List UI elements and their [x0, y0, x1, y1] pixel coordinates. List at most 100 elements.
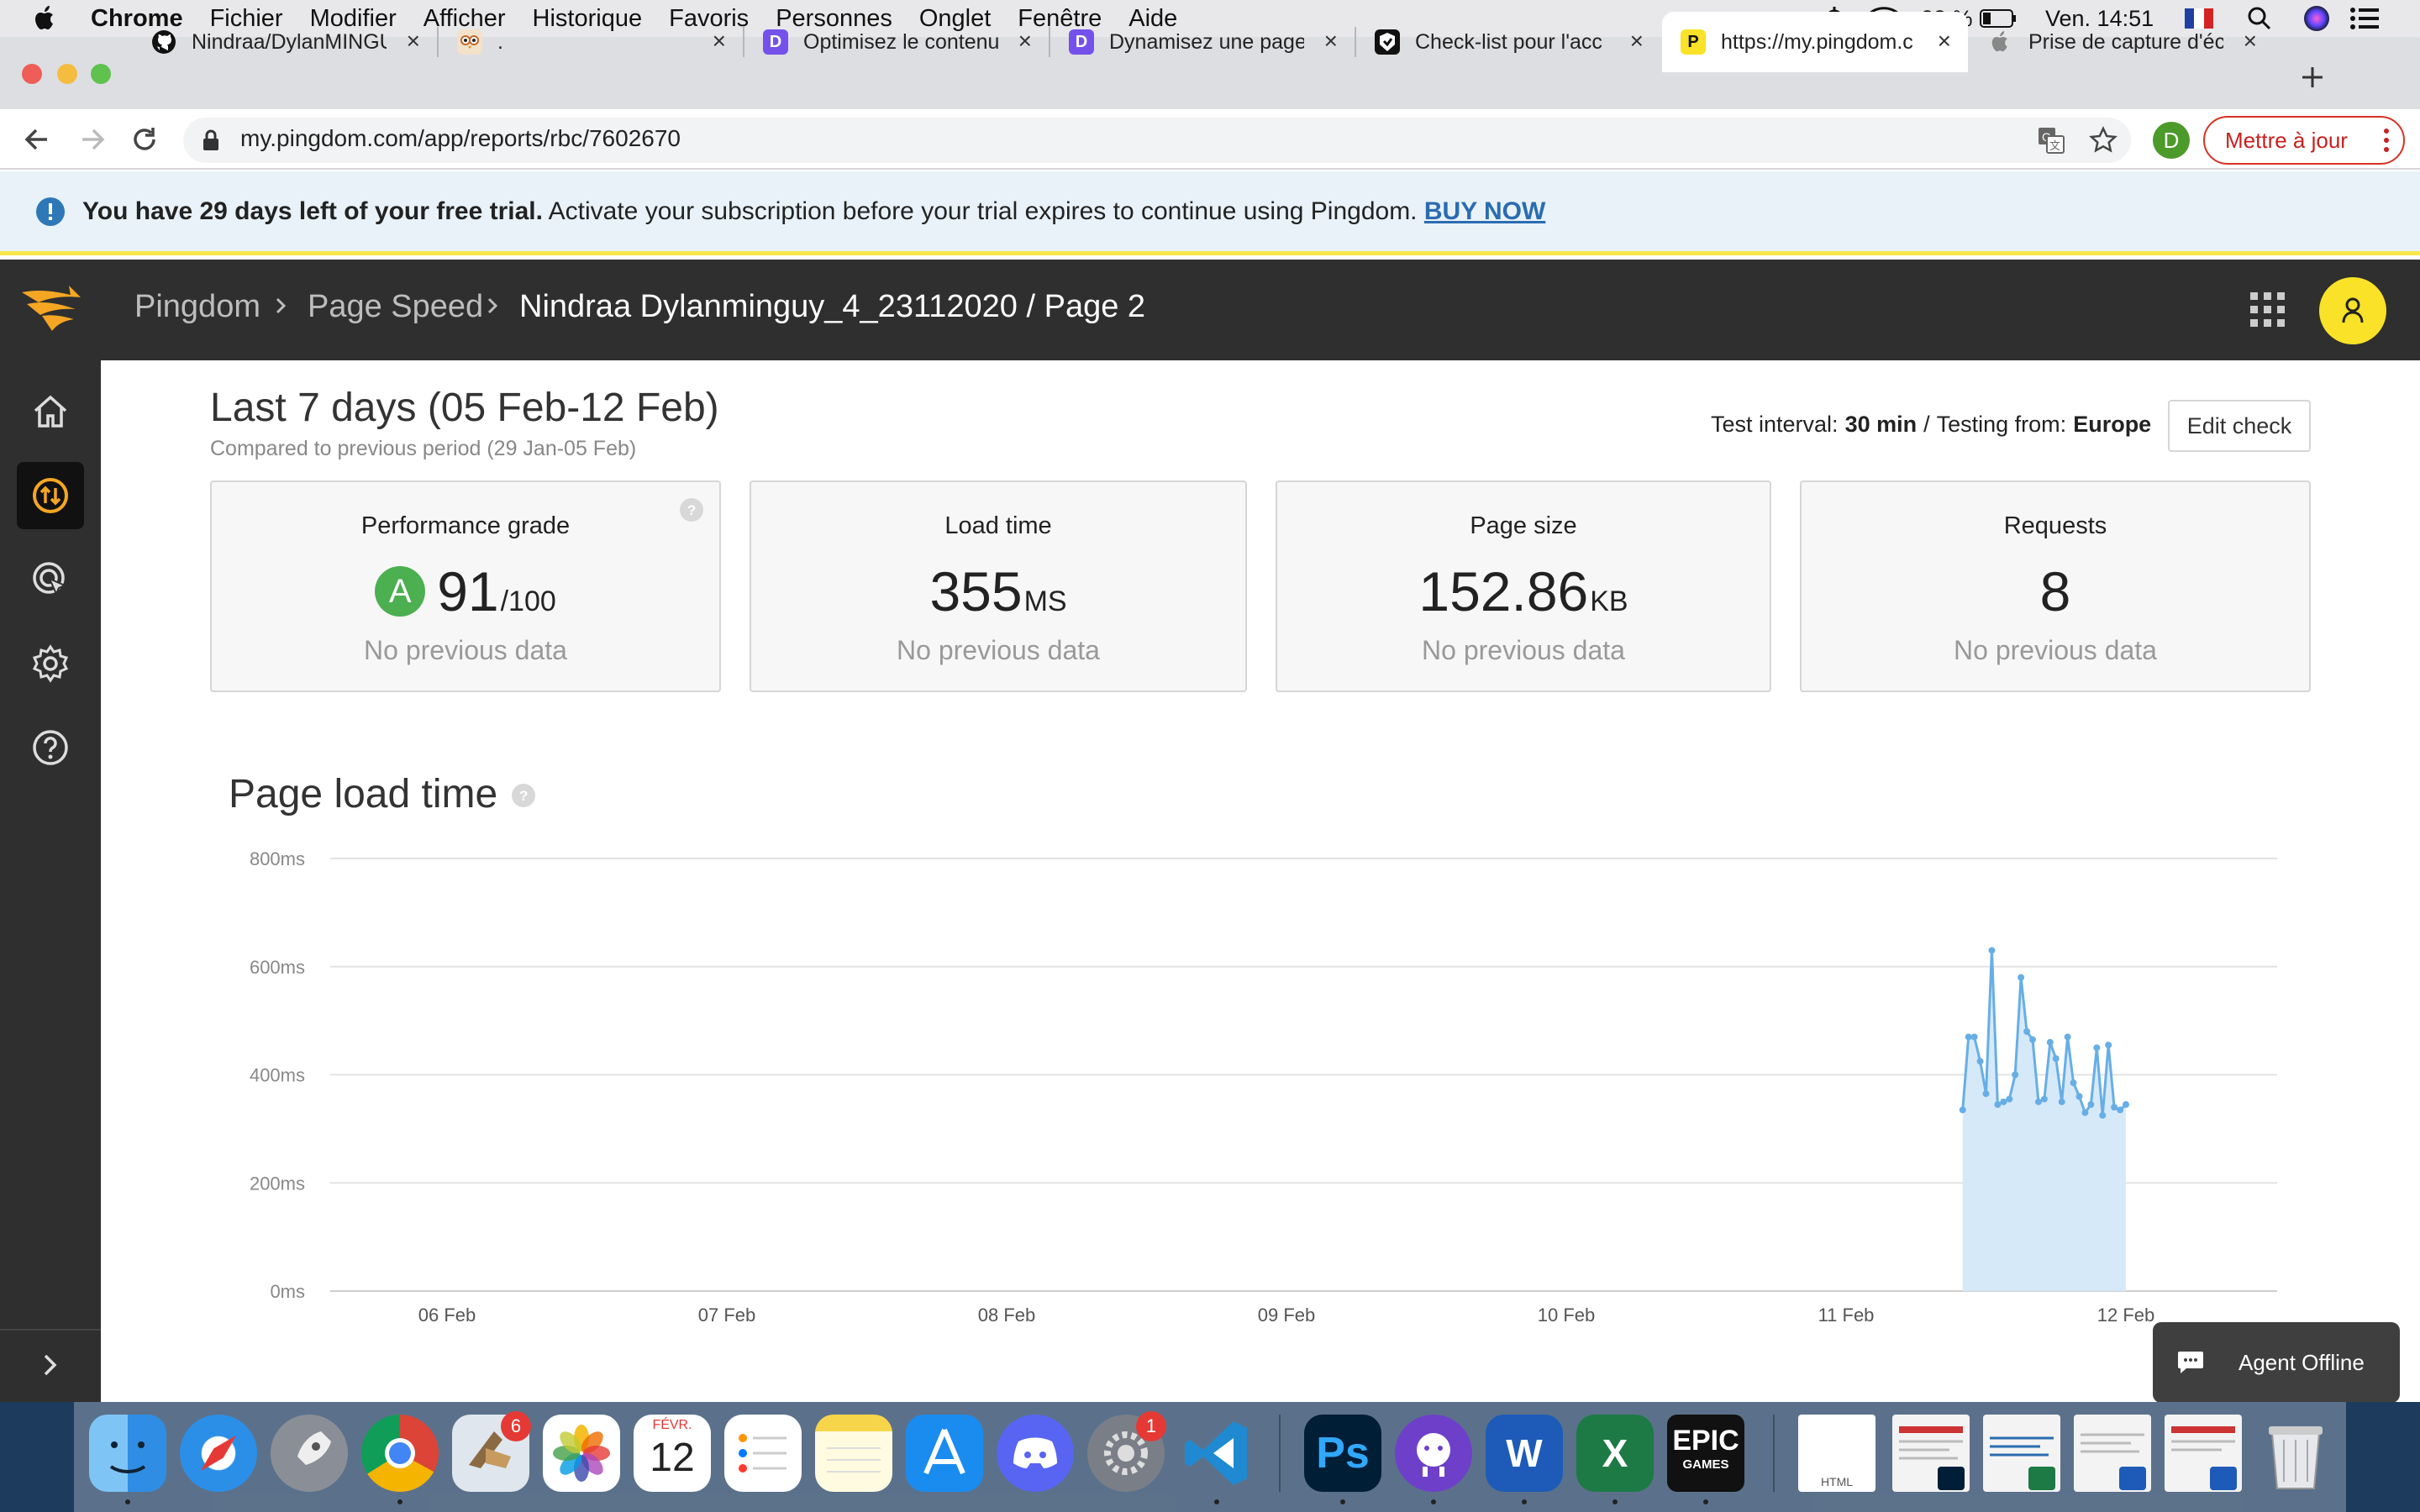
photoshop-label: Ps [1316, 1429, 1370, 1478]
forward-arrow-icon[interactable] [76, 123, 109, 160]
tab-close-icon[interactable]: × [1324, 29, 1338, 53]
profile-avatar[interactable]: D [2153, 122, 2190, 159]
tab-close-icon[interactable]: × [1018, 29, 1032, 53]
tab-apple-support[interactable]: Prise de capture d'éc × [1970, 12, 2274, 72]
data-point [1976, 1058, 1984, 1065]
trial-days-left: You have 29 days left of your free trial… [82, 197, 543, 225]
sidebar-item-reports[interactable] [17, 462, 84, 529]
calendar-month: FÉVR. [652, 1418, 692, 1432]
data-point [1970, 1033, 1978, 1041]
minimize-window-button[interactable] [57, 64, 77, 84]
sidebar-item-settings[interactable] [17, 630, 84, 697]
tab-close-icon[interactable]: × [407, 29, 420, 53]
document-icon[interactable] [2165, 1415, 2242, 1492]
apple-menu-icon[interactable] [34, 5, 57, 32]
vscode-icon[interactable] [1178, 1415, 1255, 1492]
tab-opquast[interactable]: Check-list pour l'acc × [1356, 12, 1660, 72]
mail-badge: 6 [501, 1411, 531, 1441]
bookmark-star-icon[interactable] [2089, 126, 2118, 159]
photoshop-icon[interactable]: Ps [1304, 1415, 1381, 1492]
tab-openclassrooms-2[interactable]: D Dynamisez une page × [1050, 12, 1355, 72]
sidebar-item-monitoring[interactable] [17, 546, 84, 613]
sidebar-divider [0, 1329, 101, 1331]
card-subtext: No previous data [897, 635, 1100, 665]
card-page-size: Page size 152.86 KB No previous data [1276, 480, 1771, 692]
help-icon [31, 728, 70, 767]
discord-icon[interactable] [997, 1415, 1074, 1492]
opquast-icon [1375, 29, 1400, 55]
sidebar-item-help[interactable] [17, 714, 84, 781]
data-point [2070, 1079, 2077, 1087]
lock-icon[interactable] [202, 129, 220, 156]
user-avatar[interactable] [2319, 277, 2386, 344]
calendar-icon[interactable]: FÉVR. 12 [634, 1415, 711, 1492]
tab-title: Check-list pour l'acc [1415, 29, 1602, 54]
x-tick-label: 11 Feb [1818, 1305, 1875, 1326]
tab-close-icon[interactable]: × [1630, 29, 1644, 53]
url-text[interactable]: my.pingdom.com/app/reports/rbc/7602670 [240, 125, 681, 152]
series-area [1962, 950, 2126, 1291]
agent-offline-chat-button[interactable]: Agent Offline [2153, 1322, 2400, 1403]
sidebar-item-home[interactable] [17, 378, 84, 445]
reload-icon[interactable] [128, 123, 161, 160]
data-point [1965, 1033, 1972, 1041]
tab-pingdom-active[interactable]: P https://my.pingdom.c × [1662, 12, 1968, 72]
html-file-label: HTML [1820, 1475, 1854, 1488]
document-icon[interactable] [1892, 1415, 1970, 1492]
notes-icon[interactable] [815, 1415, 892, 1492]
grade-unit: /100 [500, 585, 556, 617]
expand-sidebar-chevron-icon[interactable] [35, 1351, 64, 1383]
document-icon[interactable] [2074, 1415, 2151, 1492]
tab-github[interactable]: Nindraa/DylanMINGU × [133, 12, 437, 72]
tab-close-icon[interactable]: × [2244, 29, 2257, 53]
solarwinds-logo-icon[interactable] [18, 277, 86, 342]
card-value-row: 152.86 KB [1277, 559, 1770, 623]
back-arrow-icon[interactable] [20, 123, 54, 160]
safari-icon[interactable] [180, 1415, 257, 1492]
agent-status-label: Agent Offline [2238, 1349, 2365, 1375]
tab-close-icon[interactable]: × [1938, 29, 1951, 53]
github-desktop-icon[interactable] [1395, 1415, 1472, 1492]
zoom-window-button[interactable] [91, 64, 111, 84]
buy-now-link[interactable]: BUY NOW [1424, 197, 1545, 226]
data-point [2075, 1093, 2083, 1100]
launchpad-icon[interactable] [271, 1415, 348, 1492]
html-file-icon[interactable]: HTML [1798, 1415, 1876, 1492]
breadcrumb-pingdom[interactable]: Pingdom [134, 289, 260, 325]
new-tab-plus-icon[interactable] [2294, 59, 2331, 96]
dock-separator [1773, 1415, 1775, 1492]
tab-close-icon[interactable]: × [713, 29, 726, 53]
card-value-row: A 91 /100 [212, 559, 719, 623]
tab-owl[interactable]: . × [439, 12, 743, 72]
y-tick-label: 600ms [250, 957, 305, 978]
epic-games-icon[interactable]: EPIC GAMES [1667, 1415, 1744, 1492]
app-grid-icon[interactable] [2250, 292, 2286, 332]
trash-icon[interactable] [2257, 1415, 2334, 1492]
help-circle-icon[interactable]: ? [679, 497, 704, 527]
breadcrumb-page-speed[interactable]: Page Speed [308, 289, 483, 325]
document-icon[interactable] [1983, 1415, 2060, 1492]
excel-icon[interactable]: X [1576, 1415, 1654, 1492]
data-point [2064, 1033, 2071, 1041]
data-point [2018, 974, 2025, 981]
pingdom-icon: P [1681, 29, 1706, 55]
translate-icon[interactable]: G文 [2037, 126, 2065, 159]
edit-check-button[interactable]: Edit check [2168, 400, 2311, 452]
tab-openclassrooms-1[interactable]: D Optimisez le contenu × [744, 12, 1049, 72]
notification-center-icon[interactable] [2349, 0, 2380, 37]
update-chrome-button[interactable]: Mettre à jour [2203, 116, 2405, 165]
appstore-icon[interactable] [906, 1415, 983, 1492]
data-point [2123, 1100, 2129, 1108]
openclassrooms-icon: D [763, 29, 788, 55]
chrome-icon[interactable] [361, 1415, 439, 1492]
photos-icon[interactable] [543, 1415, 620, 1492]
help-circle-icon[interactable]: ? [511, 783, 536, 812]
data-point [2046, 1038, 2054, 1046]
finder-icon[interactable] [89, 1415, 166, 1492]
siri-icon[interactable] [2302, 0, 2331, 37]
y-tick-label: 400ms [250, 1065, 305, 1086]
word-icon[interactable]: W [1486, 1415, 1563, 1492]
close-window-button[interactable] [22, 64, 42, 84]
card-title: Performance grade [360, 512, 571, 539]
reminders-icon[interactable] [724, 1415, 802, 1492]
